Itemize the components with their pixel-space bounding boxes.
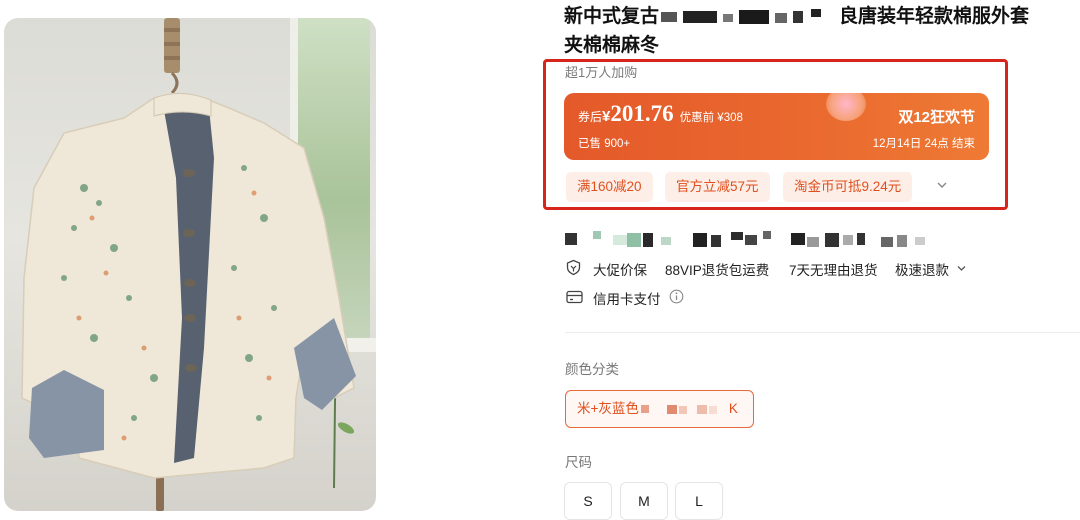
service-price-protect[interactable]: 大促价保: [593, 259, 647, 279]
censored-text-mosaic: [640, 405, 717, 415]
info-icon[interactable]: [669, 289, 684, 304]
credit-card-icon: [566, 290, 583, 304]
highlight-annotation-box: [543, 59, 1008, 210]
section-divider: [565, 332, 1080, 333]
size-option-m[interactable]: M: [620, 482, 668, 520]
color-option-selected[interactable]: 米+灰蓝色 K: [565, 390, 754, 428]
service-vip-return[interactable]: 88VIP退货包运费: [665, 259, 769, 279]
chevron-down-icon[interactable]: [957, 265, 966, 272]
color-section-label: 颜色分类: [565, 362, 619, 377]
product-title: 新中式复古 良唐装年轻款棉服外套 夹棉棉麻冬: [564, 6, 1030, 56]
censored-text-mosaic: [661, 8, 822, 24]
service-fast-refund[interactable]: 极速退款: [895, 259, 949, 279]
service-credit-card: 信用卡支付: [593, 292, 661, 307]
service-seven-day-return[interactable]: 7天无理由退货: [789, 259, 878, 279]
product-image[interactable]: [4, 18, 376, 511]
censored-info-mosaic: [565, 231, 925, 247]
size-option-l[interactable]: L: [675, 482, 723, 520]
size-option-s[interactable]: S: [564, 482, 612, 520]
size-section-label: 尺码: [565, 455, 592, 470]
jacket-illustration: [21, 93, 356, 479]
price-protect-icon: [566, 259, 581, 276]
